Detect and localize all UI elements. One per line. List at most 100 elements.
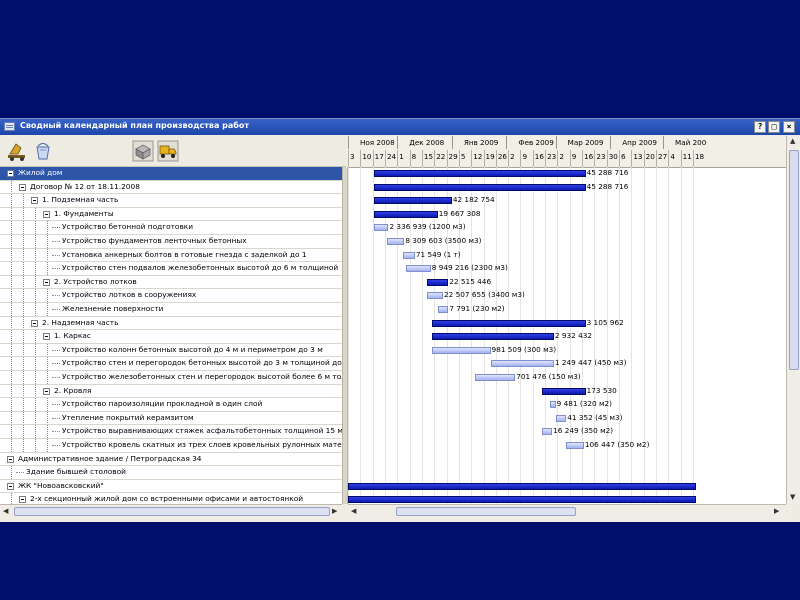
day-separator bbox=[508, 150, 510, 167]
collapse-icon[interactable] bbox=[31, 319, 38, 327]
task-bar[interactable] bbox=[427, 292, 444, 300]
summary-bar[interactable] bbox=[432, 319, 586, 327]
work-tree: Жилой дом Договор № 12 от 18.11.2008 1. По… bbox=[0, 167, 342, 504]
tree-row[interactable]: Устройство колонн бетонных высотой до 4 … bbox=[0, 343, 342, 358]
tree-row[interactable]: Жилой дом bbox=[0, 167, 342, 181]
tree-row[interactable]: 2. Надземная часть bbox=[0, 316, 342, 331]
week-label: 16 bbox=[534, 152, 544, 161]
scroll-left-icon[interactable]: ◀ bbox=[3, 507, 8, 515]
tree-row[interactable]: 2. Устройство лотков bbox=[0, 275, 342, 290]
tree-row[interactable]: Устройство бетонной подготовки bbox=[0, 221, 342, 235]
scroll-down-icon[interactable]: ▼ bbox=[790, 493, 795, 501]
day-separator bbox=[409, 150, 411, 167]
vertical-scroll-thumb[interactable] bbox=[789, 150, 799, 370]
bar-value-label: 9 481 (320 м2) bbox=[556, 399, 612, 409]
bucket-icon[interactable] bbox=[32, 140, 54, 162]
collapse-icon[interactable] bbox=[19, 496, 26, 504]
day-separator bbox=[348, 150, 349, 167]
task-bar[interactable] bbox=[566, 442, 584, 449]
gantt-horizontal-scrollbar[interactable]: ◀ ▶ bbox=[348, 504, 786, 518]
summary-bar[interactable] bbox=[541, 387, 586, 395]
tree-row[interactable]: Железнение поверхности bbox=[0, 303, 342, 317]
close-button[interactable]: × bbox=[783, 121, 795, 133]
week-label: 18 bbox=[694, 152, 705, 161]
scroll-right-icon[interactable]: ▶ bbox=[332, 507, 337, 515]
tree-row[interactable]: 1. Фундаменты bbox=[0, 207, 342, 222]
tree-row-label: 1. Подземная часть bbox=[42, 195, 119, 205]
scroll-up-icon[interactable]: ▲ bbox=[790, 137, 795, 145]
tree-row[interactable]: 1. Каркас bbox=[0, 330, 342, 344]
task-bar[interactable] bbox=[550, 401, 556, 409]
task-bar[interactable] bbox=[402, 251, 415, 259]
task-bar[interactable] bbox=[490, 360, 554, 368]
summary-bar[interactable] bbox=[348, 482, 697, 490]
tree-row[interactable]: Здание бывшей столовой bbox=[0, 466, 342, 480]
month-separator bbox=[610, 136, 612, 149]
collapse-icon[interactable] bbox=[31, 197, 38, 205]
task-bar[interactable] bbox=[541, 428, 553, 436]
gantt-scroll-left-icon[interactable]: ◀ bbox=[351, 507, 356, 515]
tree-row[interactable]: Устройство стен и перегородок бетонных в… bbox=[0, 357, 342, 371]
task-bar[interactable] bbox=[386, 238, 405, 245]
tree-row[interactable]: Устройство лотков в сооружениях bbox=[0, 289, 342, 303]
summary-bar[interactable] bbox=[374, 197, 452, 205]
tree-row[interactable]: Установка анкерных болтов в готовые гнез… bbox=[0, 248, 342, 263]
summary-bar[interactable] bbox=[427, 278, 449, 286]
task-bar[interactable] bbox=[374, 224, 389, 232]
collapse-icon[interactable] bbox=[19, 183, 26, 191]
task-bar[interactable] bbox=[437, 306, 449, 313]
tree-scroll-thumb[interactable] bbox=[14, 507, 330, 516]
tree-row[interactable]: Административное здание / Петроградская … bbox=[0, 453, 342, 467]
cement-mixer-icon[interactable] bbox=[6, 140, 28, 162]
collapse-icon[interactable] bbox=[7, 482, 14, 490]
summary-bar[interactable] bbox=[374, 183, 586, 191]
tree-row[interactable]: Устройство пароизоляции прокладной в оди… bbox=[0, 398, 342, 412]
tree-row[interactable]: Утепление покрытий керамзитом bbox=[0, 411, 342, 426]
summary-bar[interactable] bbox=[348, 496, 697, 504]
tree-row[interactable]: Устройство стен подвалов железобетонных … bbox=[0, 262, 342, 276]
tree-row[interactable]: Договор № 12 от 18.11.2008 bbox=[0, 180, 342, 195]
tree-row[interactable]: 2-х секционный жилой дом со встроенными … bbox=[0, 493, 342, 504]
tree-row[interactable]: 2. Кровля bbox=[0, 384, 342, 399]
collapse-icon[interactable] bbox=[43, 387, 50, 395]
collapse-icon[interactable] bbox=[43, 278, 50, 286]
dump-truck-icon[interactable] bbox=[157, 140, 179, 162]
week-label: 22 bbox=[436, 152, 446, 161]
day-separator bbox=[495, 150, 497, 167]
collapse-icon[interactable] bbox=[43, 210, 50, 218]
tree-horizontal-scrollbar[interactable]: ◀ ▶ bbox=[0, 504, 342, 518]
gantt-scroll-right-icon[interactable]: ▶ bbox=[774, 507, 779, 515]
collapse-icon[interactable] bbox=[43, 333, 50, 341]
collapse-icon[interactable] bbox=[7, 455, 14, 463]
tree-row[interactable]: ЖК "Новоавсковский" bbox=[0, 480, 342, 494]
week-label: 15 bbox=[423, 152, 434, 161]
month-separator bbox=[397, 136, 399, 149]
tree-row[interactable]: Устройство кровель скатных из трех слоев… bbox=[0, 439, 342, 453]
task-bar[interactable] bbox=[555, 414, 567, 422]
vertical-scrollbar[interactable]: ▲ ▼ bbox=[786, 136, 800, 504]
summary-bar[interactable] bbox=[432, 333, 554, 341]
summary-bar[interactable] bbox=[374, 170, 586, 177]
task-bar[interactable] bbox=[474, 374, 516, 381]
bar-value-label: 71 549 (1 т) bbox=[415, 249, 461, 259]
maximize-button[interactable]: □ bbox=[768, 121, 780, 133]
tree-row[interactable]: Устройство фундаментов ленточных бетонны… bbox=[0, 235, 342, 249]
task-bar[interactable] bbox=[406, 265, 431, 273]
tree-row-label: 2. Надземная часть bbox=[42, 317, 119, 327]
day-separator bbox=[421, 150, 423, 167]
collapse-icon[interactable] bbox=[7, 170, 14, 177]
help-button[interactable]: ? bbox=[754, 121, 766, 133]
bar-value-label: 19 667 308 bbox=[438, 208, 481, 218]
month-separator bbox=[555, 136, 557, 149]
gantt-scroll-thumb[interactable] bbox=[396, 507, 576, 516]
summary-bar[interactable] bbox=[374, 210, 438, 218]
grid-line bbox=[680, 167, 682, 504]
tree-row[interactable]: Устройство выравнивающих стяжек асфальто… bbox=[0, 425, 342, 439]
tree-row[interactable]: Устройство железобетонных стен и перегор… bbox=[0, 371, 342, 385]
bar-value-label: 2 336 939 (1200 м3) bbox=[389, 222, 466, 232]
bricks-icon[interactable] bbox=[132, 140, 154, 162]
week-label: 5 bbox=[460, 152, 466, 161]
tree-row[interactable]: 1. Подземная часть bbox=[0, 194, 342, 208]
month-label: Ноя 2008 bbox=[360, 138, 395, 147]
task-bar[interactable] bbox=[432, 346, 491, 354]
